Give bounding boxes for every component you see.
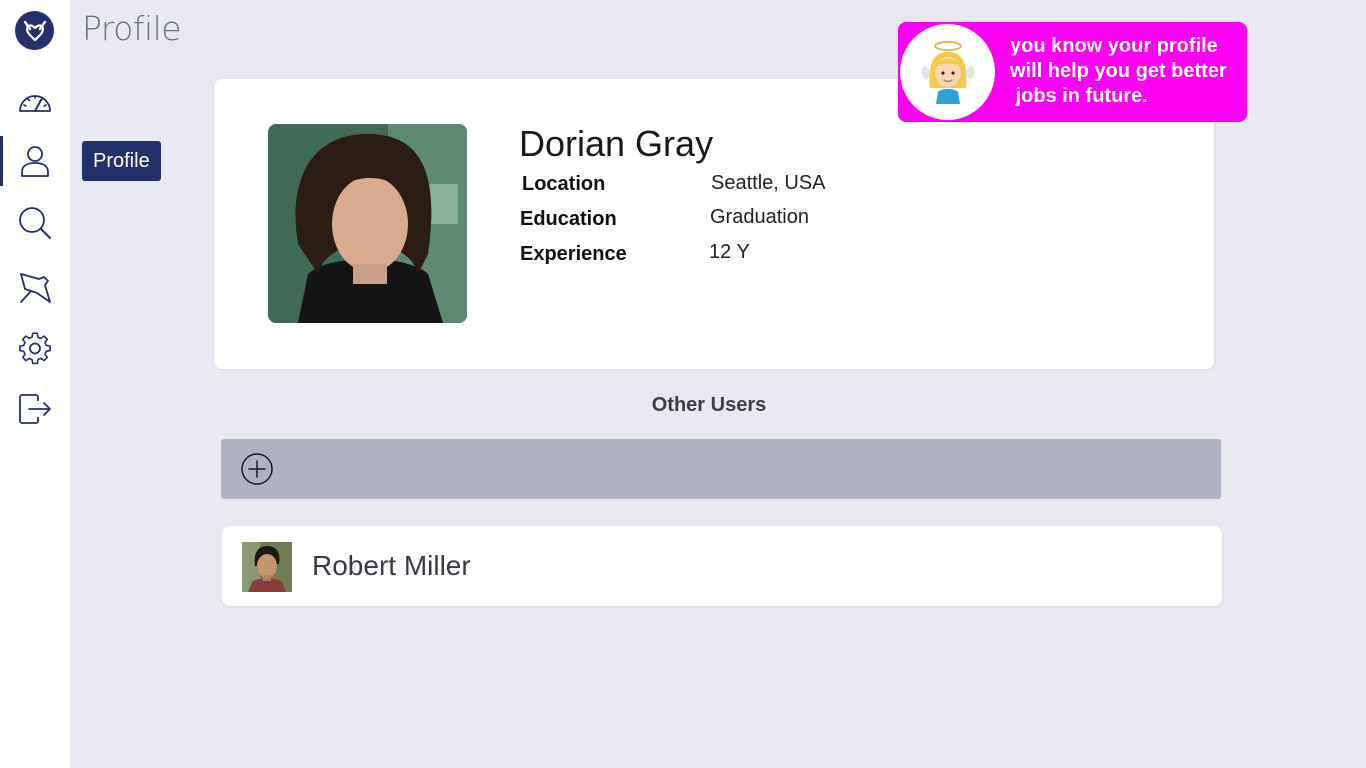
page-title: Profile — [82, 9, 182, 48]
sidebar-item-pinned[interactable] — [0, 262, 70, 312]
hint-line: you know your profile — [1010, 35, 1218, 57]
speedometer-icon — [19, 95, 51, 112]
sidebar-tooltip: Profile — [82, 141, 161, 181]
sidebar-item-search[interactable] — [0, 198, 70, 248]
hint-text: you know your profile will help you get … — [1010, 34, 1240, 109]
app-logo[interactable] — [15, 11, 54, 50]
sidebar-item-settings[interactable] — [0, 324, 70, 374]
sidebar-item-profile[interactable] — [0, 136, 70, 186]
angel-icon — [921, 41, 974, 104]
profile-photo — [268, 124, 467, 323]
experience-label: Experience — [520, 243, 627, 265]
plus-circle-icon[interactable] — [241, 453, 273, 485]
user-list-item[interactable]: Robert Miller — [222, 526, 1222, 606]
profile-card: Dorian Gray Location Seattle, USA Educat… — [214, 79, 1214, 369]
sidebar-item-logout[interactable] — [0, 384, 70, 434]
experience-value: 12 Y — [709, 241, 750, 263]
add-user-bar — [221, 439, 1221, 499]
user-icon — [21, 146, 49, 177]
gear-icon — [19, 332, 51, 365]
education-value: Graduation — [710, 206, 809, 228]
handshake-heart-icon — [23, 20, 46, 41]
hint-line: will help you get better — [1010, 60, 1227, 82]
location-value: Seattle, USA — [711, 172, 826, 194]
pin-icon — [20, 273, 51, 303]
other-users-title: Other Users — [651, 394, 767, 416]
education-label: Education — [520, 208, 617, 230]
hint-line: jobs in future. — [1010, 85, 1148, 107]
profile-name: Dorian Gray — [519, 123, 714, 164]
sidebar-item-dashboard[interactable] — [0, 78, 70, 128]
user-avatar — [242, 542, 292, 592]
sidebar — [0, 0, 70, 768]
logout-icon — [19, 394, 51, 424]
location-label: Location — [522, 173, 606, 195]
user-photo — [242, 542, 292, 592]
search-icon — [19, 207, 51, 239]
user-name: Robert Miller — [312, 550, 471, 581]
hint-avatar — [898, 22, 997, 122]
hint-bubble: you know your profile will help you get … — [898, 22, 1247, 122]
profile-avatar — [268, 124, 467, 323]
